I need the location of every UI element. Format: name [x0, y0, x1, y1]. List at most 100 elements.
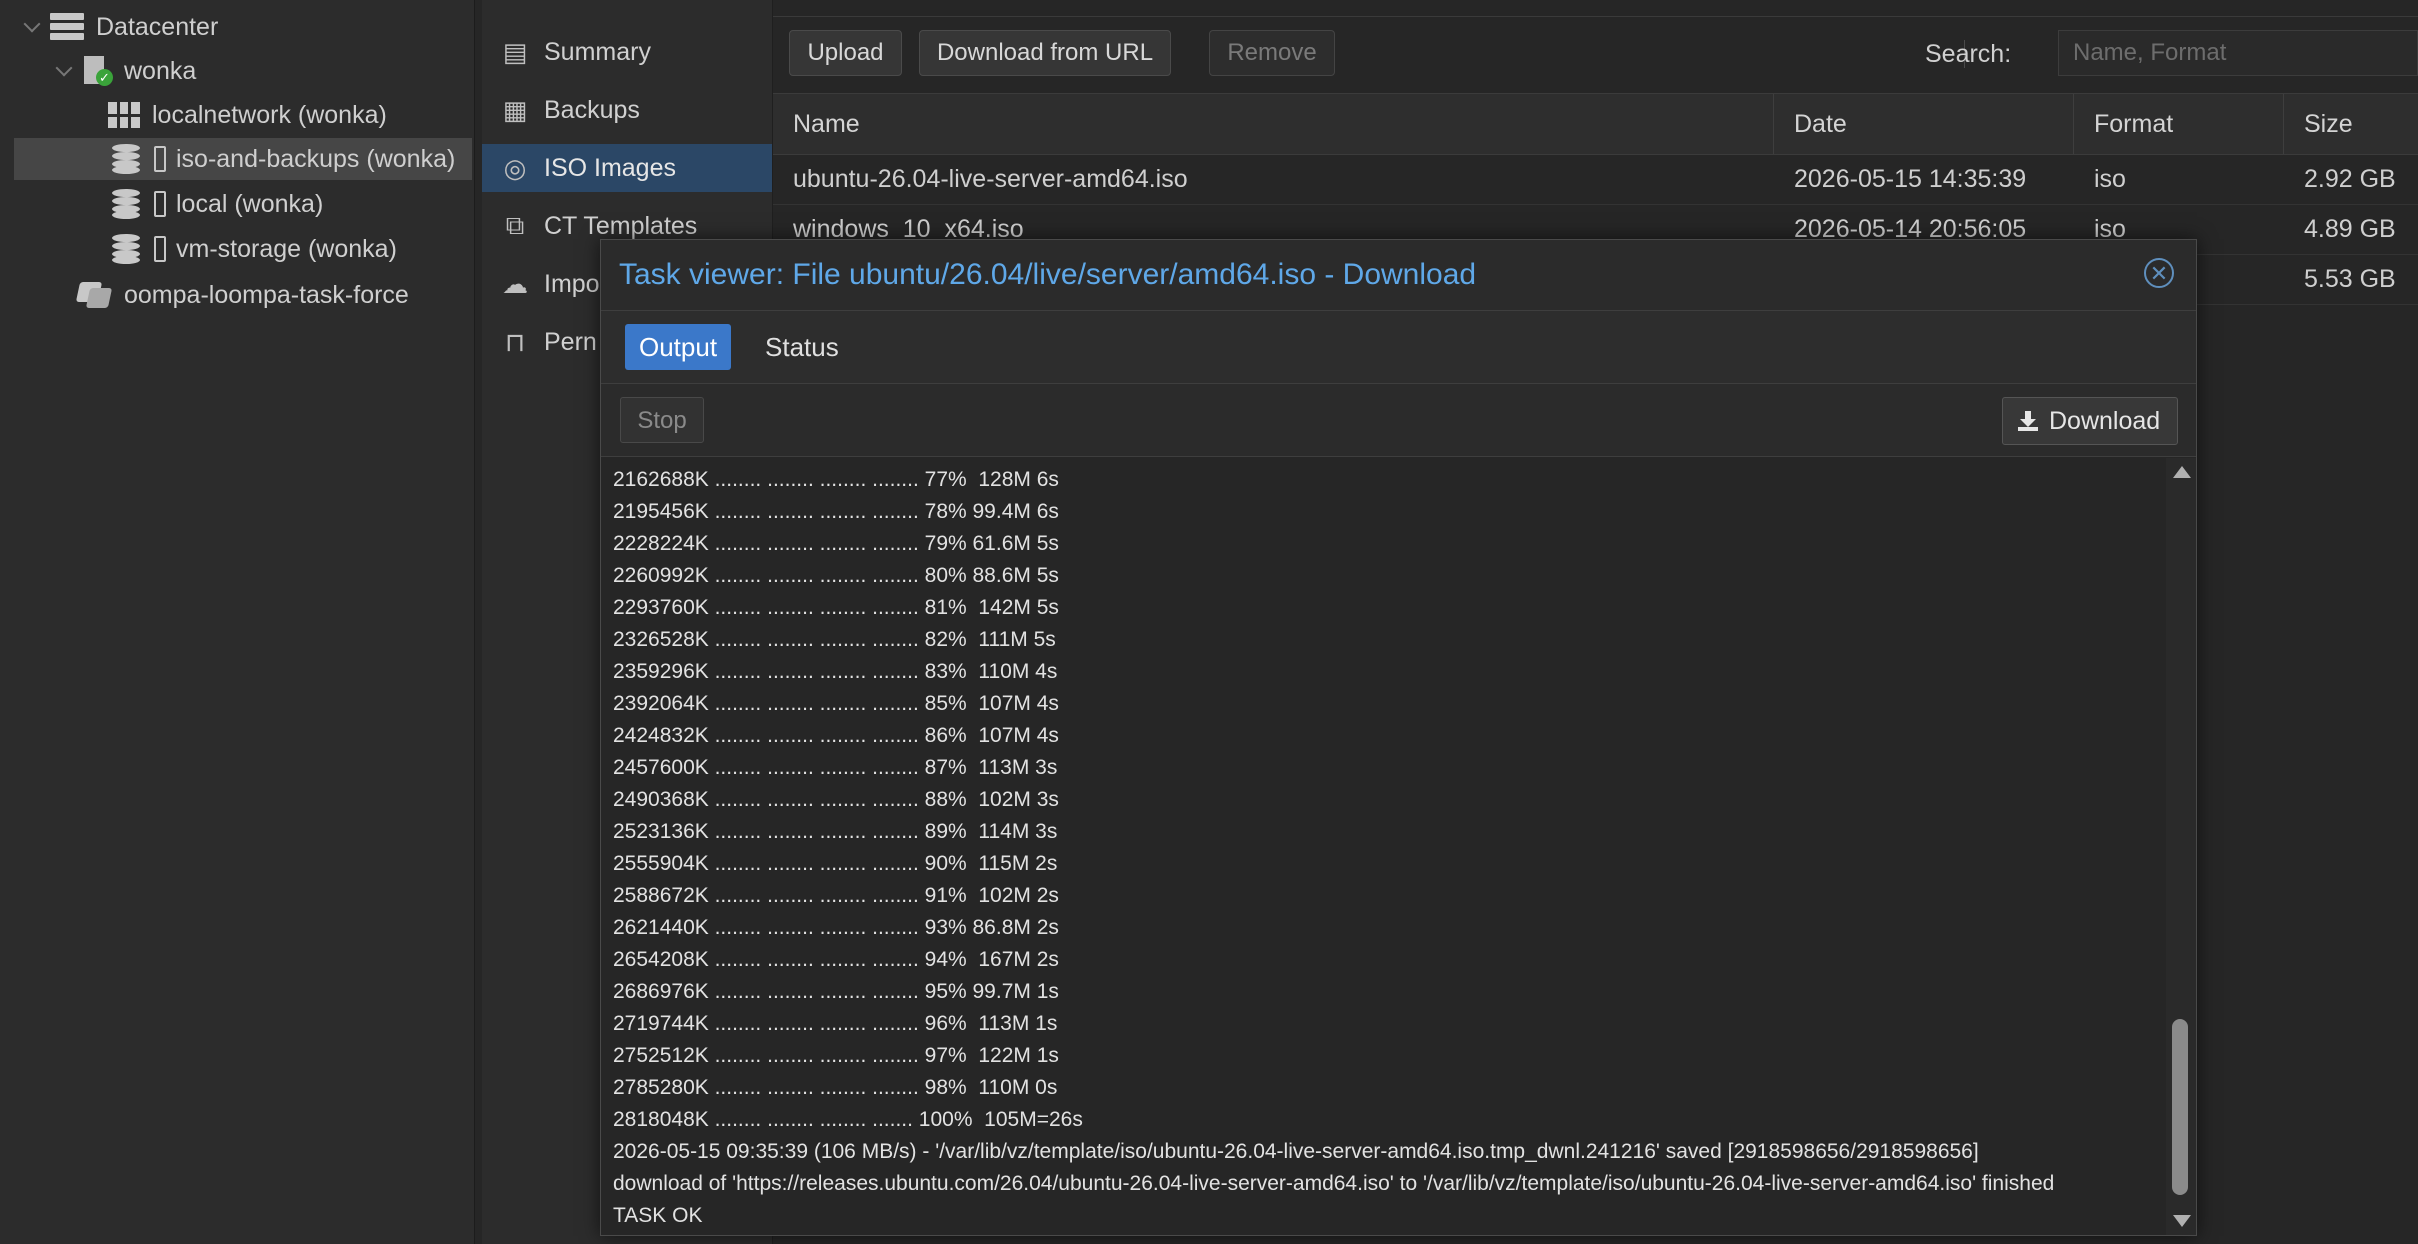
column-header-format[interactable]: Format — [2074, 94, 2284, 154]
log-line: 2195456K ........ ........ ........ ....… — [613, 500, 1059, 523]
nav-label: Summary — [544, 37, 651, 66]
cloud-download-icon: ☁ — [502, 268, 528, 299]
grid-header: Name Date Format Size — [773, 93, 2418, 155]
tree-pool-oompa-loompa[interactable]: oompa-loompa-task-force — [75, 274, 409, 316]
tree-item-label: local (wonka) — [176, 189, 324, 218]
log-line: 2424832K ........ ........ ........ ....… — [613, 724, 1059, 747]
storage-status-icon — [154, 236, 166, 262]
nav-summary[interactable]: ▤ Summary — [482, 28, 772, 76]
datacenter-icon — [50, 13, 84, 41]
log-line: 2260992K ........ ........ ........ ....… — [613, 564, 1059, 587]
dialog-title: Task viewer: File ubuntu/26.04/live/serv… — [619, 258, 1477, 291]
unlock-icon: ⊓ — [504, 326, 526, 357]
task-log-output: 2162688K ........ ........ ........ ....… — [601, 458, 2166, 1235]
log-line: 2293760K ........ ........ ........ ....… — [613, 596, 1059, 619]
nav-iso-images[interactable]: ◎ ISO Images — [482, 144, 772, 192]
scrollbar-thumb[interactable] — [2172, 1019, 2188, 1195]
log-line: 2686976K ........ ........ ........ ....… — [613, 980, 1059, 1003]
tree-item-label: vm-storage (wonka) — [176, 234, 397, 263]
log-line: 2785280K ........ ........ ........ ....… — [613, 1076, 1058, 1099]
book-icon: ▤ — [502, 36, 528, 67]
disc-icon: ◎ — [503, 152, 527, 183]
log-line: 2026-05-15 09:35:39 (106 MB/s) - '/var/l… — [613, 1140, 1979, 1163]
tree-item-label: iso-and-backups (wonka) — [176, 144, 456, 173]
upload-button[interactable]: Upload — [789, 30, 902, 76]
log-line: 2392064K ........ ........ ........ ....… — [613, 692, 1059, 715]
column-header-size[interactable]: Size — [2284, 94, 2418, 154]
nav-label: ISO Images — [544, 153, 676, 182]
node-online-icon: ✓ — [82, 56, 113, 86]
log-line: 2162688K ........ ........ ........ ....… — [613, 468, 1059, 491]
tree-item-vm-storage[interactable]: vm-storage (wonka) — [112, 228, 397, 270]
chevron-down-icon[interactable] — [55, 59, 73, 77]
tree-item-iso-and-backups[interactable]: iso-and-backups (wonka) — [14, 138, 472, 180]
cell-format: iso — [2094, 165, 2126, 193]
tree-datacenter[interactable]: Datacenter — [20, 6, 218, 48]
storage-status-icon — [154, 146, 166, 172]
tab-output[interactable]: Output — [625, 324, 732, 370]
top-divider — [773, 0, 2418, 17]
tree-item-local[interactable]: local (wonka) — [112, 183, 323, 225]
cell-name: ubuntu-26.04-live-server-amd64.iso — [793, 165, 1188, 193]
scroll-down-arrow-icon[interactable] — [2173, 1215, 2191, 1227]
log-line: 2326528K ........ ........ ........ ....… — [613, 628, 1056, 651]
table-row[interactable]: ubuntu-26.04-live-server-amd64.iso 2026-… — [773, 154, 2418, 205]
log-line: 2555904K ........ ........ ........ ....… — [613, 852, 1058, 875]
close-icon[interactable]: ✕ — [2144, 258, 2174, 288]
download-label: Download — [2049, 407, 2161, 435]
dialog-toolbar: Stop Download — [601, 384, 2196, 457]
log-scrollbar[interactable] — [2166, 458, 2196, 1235]
storage-status-icon — [154, 191, 166, 217]
log-line: download of 'https://releases.ubuntu.com… — [613, 1172, 2055, 1195]
tree-node-label: wonka — [124, 56, 197, 85]
log-line: 2818048K ........ ........ ........ ....… — [613, 1108, 1083, 1131]
log-line: 2621440K ........ ........ ........ ....… — [613, 916, 1059, 939]
tree-item-label: localnetwork (wonka) — [152, 100, 387, 129]
cell-date: 2026-05-15 14:35:39 — [1794, 165, 2027, 193]
log-line: 2228224K ........ ........ ........ ....… — [613, 532, 1059, 555]
log-line: 2490368K ........ ........ ........ ....… — [613, 788, 1059, 811]
pool-tag-icon — [75, 282, 113, 308]
nav-label: Impo — [544, 269, 600, 298]
nav-label: Backups — [544, 95, 640, 124]
tree-pool-label: oompa-loompa-task-force — [124, 280, 409, 309]
download-icon — [2018, 411, 2038, 431]
nav-label: Pern — [544, 327, 597, 356]
template-icon: ⧉ — [505, 210, 525, 240]
log-line: 2752512K ........ ........ ........ ....… — [613, 1044, 1059, 1067]
download-log-button[interactable]: Download — [2002, 397, 2178, 445]
tab-status[interactable]: Status — [751, 324, 853, 370]
tree-datacenter-label: Datacenter — [96, 12, 219, 41]
search-input[interactable] — [2058, 30, 2418, 76]
column-header-name[interactable]: Name — [773, 94, 1774, 154]
log-line: 2654208K ........ ........ ........ ....… — [613, 948, 1059, 971]
stop-button[interactable]: Stop — [620, 397, 704, 443]
task-viewer-dialog: Task viewer: File ubuntu/26.04/live/serv… — [600, 239, 2197, 1236]
nav-label: CT Templates — [544, 211, 698, 240]
cell-size: 4.89 GB — [2304, 215, 2396, 243]
column-header-date[interactable]: Date — [1774, 94, 2074, 154]
storage-icon — [112, 234, 142, 264]
log-line: 2457600K ........ ........ ........ ....… — [613, 756, 1058, 779]
scroll-up-arrow-icon[interactable] — [2173, 466, 2191, 478]
storage-icon — [112, 189, 142, 219]
dialog-header: Task viewer: File ubuntu/26.04/live/serv… — [601, 240, 2196, 311]
log-line: 2523136K ........ ........ ........ ....… — [613, 820, 1058, 843]
log-line: 2588672K ........ ........ ........ ....… — [613, 884, 1059, 907]
floppy-icon: ▦ — [502, 94, 528, 125]
log-line: 2359296K ........ ........ ........ ....… — [613, 660, 1058, 683]
search-label: Search: — [1925, 40, 2012, 68]
network-grid-icon — [108, 102, 140, 128]
tree-item-localnetwork[interactable]: localnetwork (wonka) — [108, 94, 387, 136]
cell-size: 5.53 GB — [2304, 265, 2396, 293]
download-from-url-button[interactable]: Download from URL — [919, 30, 1171, 76]
chevron-down-icon[interactable] — [23, 15, 41, 33]
storage-icon — [112, 144, 142, 174]
tree-node-wonka[interactable]: ✓ wonka — [52, 50, 196, 92]
log-line: TASK OK — [613, 1204, 703, 1227]
dialog-tabs: Output Status — [601, 311, 2196, 384]
log-line: 2719744K ........ ........ ........ ....… — [613, 1012, 1058, 1035]
remove-button[interactable]: Remove — [1209, 30, 1335, 76]
nav-backups[interactable]: ▦ Backups — [482, 86, 772, 134]
resource-tree: Datacenter ✓ wonka localnetwork (wonka) … — [0, 0, 475, 1244]
